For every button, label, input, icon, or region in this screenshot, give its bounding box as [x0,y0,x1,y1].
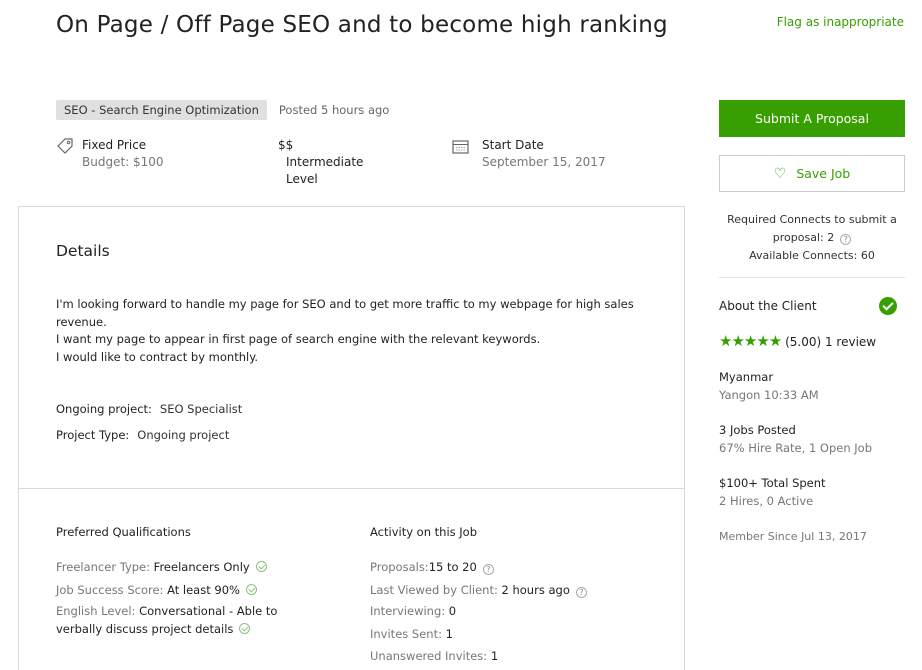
english-level-value-2: verbally discuss project details [56,622,234,636]
connects-line-2: proposal: 2? [719,229,905,247]
check-circle-icon [255,561,267,572]
english-level-row-2: verbally discuss project details [56,622,251,636]
question-circle-icon[interactable]: ? [840,234,852,245]
qualifications-heading: Preferred Qualifications [56,525,191,539]
invites-sent-row: Invites Sent: 1 [370,627,453,641]
description-line: I would like to contract by monthly. [56,349,259,364]
unanswered-invites-key: Unanswered Invites: [370,649,488,663]
submit-proposal-button[interactable]: Submit A Proposal [719,100,905,137]
start-date-value: September 15, 2017 [482,155,606,169]
english-level-row: English Level: Conversational - Able to [56,604,277,618]
job-description: I'm looking forward to handle my page fo… [56,296,656,366]
proposals-key: Proposals: [370,560,429,574]
experience-level-meta: $$ Intermediate Level [278,137,363,188]
category-row: SEO - Search Engine Optimization Posted … [56,100,389,120]
interviewing-key: Interviewing: [370,604,446,618]
connects-line-3: Available Connects: 60 [749,249,875,262]
client-city-time: Yangon 10:33 AM [719,388,819,402]
start-date-label: Start Date [482,138,544,152]
english-level-value: Conversational - Able to [139,604,278,618]
last-viewed-key: Last Viewed by Client: [370,583,498,597]
calendar-icon [452,140,469,154]
english-level-key: English Level: [56,604,136,618]
freelancer-type-value: Freelancers Only [153,560,250,574]
posted-time: Posted 5 hours ago [278,103,390,117]
client-location: Myanmar Yangon 10:33 AM [719,368,819,404]
job-success-value: At least 90% [167,583,240,597]
unanswered-invites-row: Unanswered Invites: 1 [370,649,498,663]
client-jobs: 3 Jobs Posted 67% Hire Rate, 1 Open Job [719,421,872,457]
jobs-posted: 3 Jobs Posted [719,423,796,437]
price-tag-icon [57,138,73,154]
rating-text: (5.00) 1 review [785,335,877,349]
description-line: I want my page to appear in first page o… [56,332,541,346]
client-rating: ★★★★★ (5.00) 1 review [719,332,876,350]
freelancer-type-row: Freelancer Type: Freelancers Only [56,560,267,574]
project-type-row: Project Type: Ongoing project [56,428,229,442]
section-divider [19,488,684,489]
level-label: Intermediate [286,155,364,169]
ongoing-project-row: Ongoing project: SEO Specialist [56,402,242,416]
connects-line-1: Required Connects to submit a [727,213,897,226]
job-success-row: Job Success Score: At least 90% [56,583,257,597]
category-tag[interactable]: SEO - Search Engine Optimization [56,100,267,120]
job-success-key: Job Success Score: [56,583,164,597]
unanswered-invites-value: 1 [490,649,499,663]
level-label-2: Level [286,172,318,186]
heart-icon: ♡ [773,166,787,182]
job-title: On Page / Off Page SEO and to become hig… [56,12,668,38]
job-details-card: Details I'm looking forward to handle my… [18,206,685,670]
last-viewed-value: 2 hours ago [501,583,570,597]
hire-rate: 67% Hire Rate, 1 Open Job [719,441,873,455]
verified-check-icon [879,297,897,315]
ongoing-project-value: SEO Specialist [159,402,243,416]
connects-info: Required Connects to submit a proposal: … [719,211,905,265]
details-heading: Details [56,242,110,260]
save-job-button[interactable]: ♡ Save Job [719,155,905,192]
project-type-value: Ongoing project [137,428,230,442]
interviewing-value: 0 [448,604,457,618]
level-symbol: $$ [278,138,294,152]
budget: Budget: $100 [82,155,164,169]
activity-heading: Activity on this Job [370,525,478,539]
invites-sent-key: Invites Sent: [370,627,442,641]
invites-sent-value: 1 [445,627,453,641]
total-spent: $100+ Total Spent [719,476,826,490]
question-circle-icon[interactable]: ? [575,587,587,598]
last-viewed-row: Last Viewed by Client: 2 hours ago? [370,583,587,598]
check-circle-icon [245,584,257,595]
price-type: Fixed Price [82,138,147,152]
save-job-label: Save Job [796,166,851,181]
star-icons: ★★★★★ [719,332,782,350]
client-country: Myanmar [719,370,774,384]
flag-inappropriate-link[interactable]: Flag as inappropriate [777,15,904,29]
required-connects: proposal: 2 [772,231,835,244]
check-circle-icon [239,623,251,634]
ongoing-project-key: Ongoing project: [56,402,152,416]
about-client-label: About the Client [719,299,817,313]
sidebar-divider [719,277,905,278]
client-spend: $100+ Total Spent 2 Hires, 0 Active [719,474,826,510]
proposals-value: 15 to 20 [428,560,477,574]
proposals-row: Proposals:15 to 20? [370,560,494,575]
question-circle-icon[interactable]: ? [482,564,494,575]
project-type-key: Project Type: [56,428,130,442]
member-since: Member Since Jul 13, 2017 [719,530,867,543]
interviewing-row: Interviewing: 0 [370,604,456,618]
freelancer-type-key: Freelancer Type: [56,560,151,574]
hires-active: 2 Hires, 0 Active [719,494,814,508]
description-line: I'm looking forward to handle my page fo… [56,297,634,329]
